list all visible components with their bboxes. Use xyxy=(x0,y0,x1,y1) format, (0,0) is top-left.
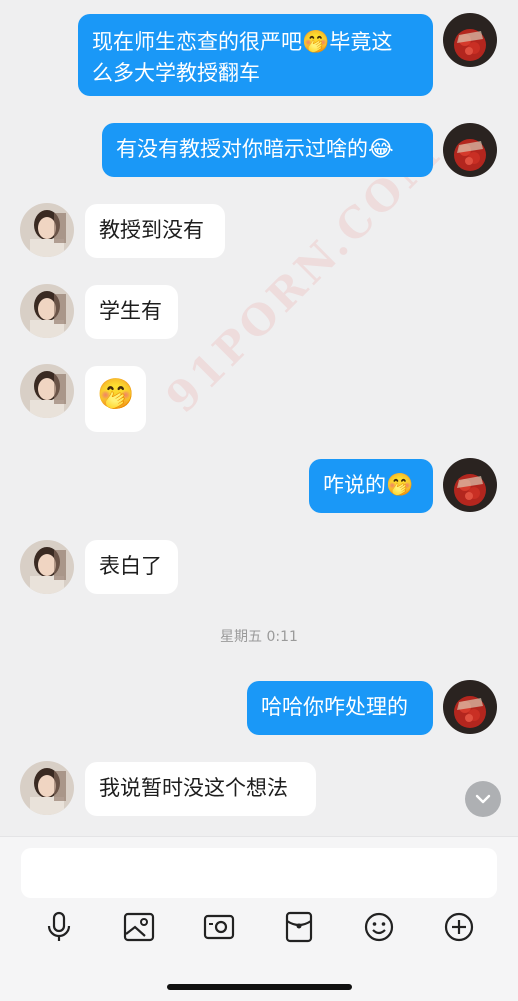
message-text: 咋说的 xyxy=(323,473,386,497)
message-text: 我说暂时没这个想法 xyxy=(99,776,288,800)
chevron-down-icon xyxy=(475,794,491,804)
photo-icon[interactable] xyxy=(121,909,157,945)
message-text: 哈哈你咋处理的 xyxy=(261,695,408,719)
avatar-contact[interactable] xyxy=(20,203,74,257)
emoji: 🤭 xyxy=(97,377,135,412)
message-bubble-incoming[interactable]: 教授到没有 xyxy=(85,204,225,258)
time-divider: 星期五 0:11 xyxy=(220,629,298,645)
plus-icon[interactable] xyxy=(441,909,477,945)
avatar-contact[interactable] xyxy=(20,364,74,418)
message-bubble-outgoing[interactable]: 现在师生恋查的很严吧🤭毕竟这 么多大学教授翻车 xyxy=(78,14,433,96)
emoji: 🤭 xyxy=(302,30,330,55)
emoji: 😂 xyxy=(368,137,394,162)
message-bubble-outgoing[interactable]: 咋说的🤭 xyxy=(309,459,433,513)
avatar-contact[interactable] xyxy=(20,761,74,815)
message-bubble-incoming[interactable]: 我说暂时没这个想法 xyxy=(85,762,316,816)
red-packet-icon[interactable] xyxy=(281,909,317,945)
message-text: 学生有 xyxy=(99,299,162,323)
input-bar xyxy=(0,836,518,1001)
message-bubble-incoming[interactable]: 表白了 xyxy=(85,540,178,594)
message-text: 教授到没有 xyxy=(99,218,204,242)
message-text: 现在师生恋查的很严吧 xyxy=(92,30,302,54)
avatar-self[interactable] xyxy=(443,680,497,734)
toolbar xyxy=(0,909,518,949)
camera-icon[interactable] xyxy=(201,909,237,945)
microphone-icon[interactable] xyxy=(41,909,77,945)
avatar-self[interactable] xyxy=(443,13,497,67)
scroll-to-bottom-button[interactable] xyxy=(465,781,501,817)
avatar-contact[interactable] xyxy=(20,284,74,338)
avatar-contact[interactable] xyxy=(20,540,74,594)
message-bubble-outgoing[interactable]: 有没有教授对你暗示过啥的😂 xyxy=(102,123,433,177)
message-bubble-incoming[interactable]: 学生有 xyxy=(85,285,178,339)
message-bubble-incoming[interactable]: 🤭 xyxy=(85,366,146,432)
chat-area[interactable]: 91PORN.COM 91PORN.COM 现在师生恋查的很严吧🤭毕竟这 么多大… xyxy=(0,0,518,836)
message-text: 么多大学教授翻车 xyxy=(92,61,260,85)
message-text: 表白了 xyxy=(99,554,162,578)
emoji: 🤭 xyxy=(386,473,414,498)
emoji-icon[interactable] xyxy=(361,909,397,945)
message-input[interactable] xyxy=(21,848,497,898)
avatar-self[interactable] xyxy=(443,458,497,512)
message-text: 毕竟这 xyxy=(329,30,393,54)
home-indicator xyxy=(167,984,352,990)
message-text: 有没有教授对你暗示过啥的 xyxy=(116,137,368,161)
message-bubble-outgoing[interactable]: 哈哈你咋处理的 xyxy=(247,681,433,735)
avatar-self[interactable] xyxy=(443,123,497,177)
